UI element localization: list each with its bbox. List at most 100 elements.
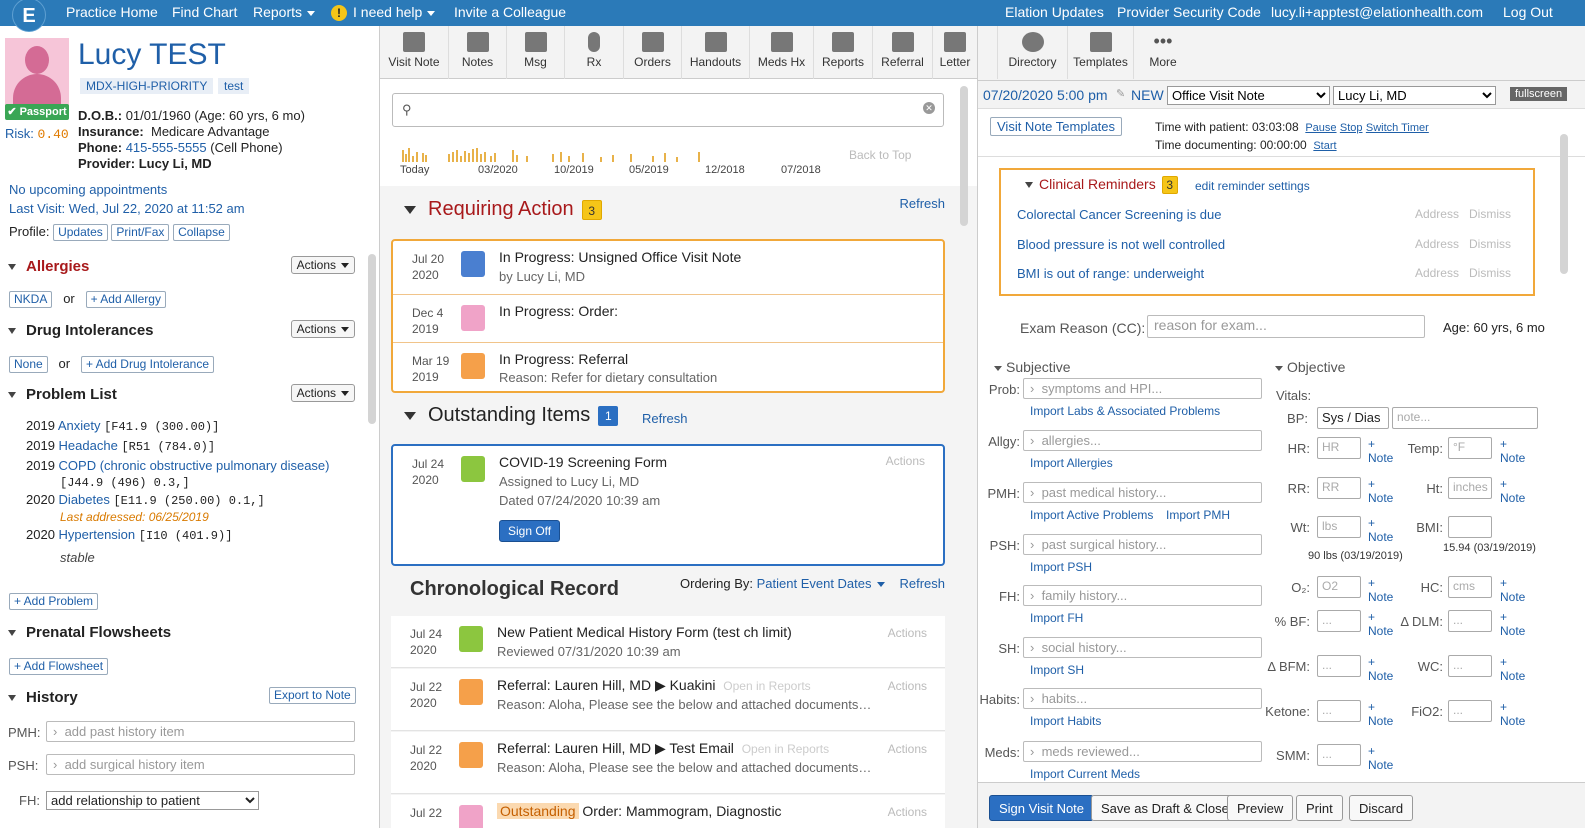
last-visit-link[interactable]: Last Visit: Wed, Jul 22, 2020 at 11:52 a… — [9, 201, 245, 216]
list-item[interactable]: Dec 4 2019 In Progress: Order: — [393, 295, 943, 343]
subjective-input[interactable]: › social history... — [1023, 637, 1262, 658]
bp-note-input[interactable]: note... — [1392, 407, 1538, 429]
list-item[interactable]: Jul 20 2020 In Progress: Unsigned Office … — [393, 241, 943, 295]
toolbar-meds-hx[interactable]: Meds Hx — [750, 26, 814, 79]
subjective-input[interactable]: › symptoms and HPI... — [1023, 378, 1262, 399]
back-to-top-link[interactable]: Back to Top — [849, 148, 911, 162]
dismiss-link[interactable]: Dismiss — [1469, 207, 1511, 221]
nav-updates[interactable]: Elation Updates — [1005, 4, 1104, 20]
toolbar-referral[interactable]: Referral — [873, 26, 933, 79]
nav-user-email[interactable]: lucy.li+apptest@elationhealth.com — [1271, 4, 1483, 20]
bp-input[interactable]: Sys / Dias — [1317, 407, 1389, 429]
problem-list-actions-button[interactable]: Actions — [290, 384, 355, 402]
add-note-link[interactable]: + Note — [1368, 576, 1393, 604]
problem-item[interactable]: 2019 Anxiety [F41.9 (300.00)] — [26, 418, 219, 435]
address-link[interactable]: Address — [1415, 237, 1459, 251]
add-note-link[interactable]: + Note — [1368, 477, 1393, 505]
clear-search-icon[interactable]: ✕ — [923, 102, 935, 114]
import-link[interactable]: Import FH — [1030, 611, 1083, 625]
import-link[interactable]: Import Labs & Associated Problems — [1030, 404, 1220, 418]
toolbar-msg[interactable]: Msg — [507, 26, 565, 79]
outstanding-refresh-link[interactable]: Refresh — [642, 411, 688, 426]
problem-item[interactable]: 2019 Headache [R51 (784.0)] — [26, 438, 215, 455]
toolbar-more[interactable]: ••• More — [1134, 26, 1192, 79]
toolbar-handouts[interactable]: Handouts — [682, 26, 750, 79]
export-to-note-button[interactable]: Export to Note — [269, 687, 356, 704]
add-allergy-button[interactable]: + Add Allergy — [85, 291, 166, 308]
item-actions-link[interactable]: Actions — [888, 626, 927, 640]
vital-input[interactable]: ... — [1317, 655, 1361, 677]
dismiss-link[interactable]: Dismiss — [1469, 266, 1511, 280]
add-note-link[interactable]: + Note — [1500, 700, 1525, 728]
chrono-refresh-link[interactable]: Refresh — [899, 576, 945, 591]
dismiss-link[interactable]: Dismiss — [1469, 237, 1511, 251]
subjective-input[interactable]: › family history... — [1023, 585, 1262, 606]
nkda-button[interactable]: NKDA — [9, 291, 53, 308]
passport-badge[interactable]: ✔ Passport — [5, 104, 69, 120]
allergies-header[interactable]: Allergies — [8, 258, 89, 275]
sidebar-scrollbar[interactable] — [368, 254, 376, 424]
import-link[interactable]: Import SH — [1030, 663, 1084, 677]
problem-name[interactable]: COPD (chronic obstructive pulmonary dise… — [59, 458, 330, 473]
visit-note-scrollbar[interactable] — [1560, 134, 1568, 274]
add-note-link[interactable]: + Note — [1368, 700, 1393, 728]
outstanding-items-header[interactable]: Outstanding Items 1 — [404, 404, 619, 427]
subjective-input[interactable]: › past medical history... — [1023, 482, 1262, 503]
discard-button[interactable]: Discard — [1349, 795, 1414, 821]
problem-name[interactable]: Headache — [59, 438, 118, 453]
nav-practice-home[interactable]: Practice Home — [66, 4, 158, 20]
profile-updates-button[interactable]: Updates — [53, 224, 108, 241]
add-drug-intolerance-button[interactable]: + Add Drug Intolerance — [80, 356, 215, 373]
address-link[interactable]: Address — [1415, 207, 1459, 221]
fh-relationship-select[interactable]: add relationship to patient — [46, 791, 259, 810]
print-button[interactable]: Print — [1296, 795, 1343, 821]
ordering-select[interactable]: Patient Event Dates — [757, 576, 885, 591]
patient-name[interactable]: Lucy TEST — [78, 38, 226, 72]
nav-help[interactable]: ! I need help — [331, 4, 436, 21]
note-type-select[interactable]: Office Visit Note — [1167, 86, 1330, 105]
add-note-link[interactable]: + Note — [1500, 477, 1525, 505]
address-link[interactable]: Address — [1415, 266, 1459, 280]
reminder-item[interactable]: Colorectal Cancer Screening is due Addres… — [1017, 207, 1517, 222]
import-link[interactable]: Import PSH — [1030, 560, 1092, 574]
nav-find-chart[interactable]: Find Chart — [172, 4, 237, 20]
nav-invite[interactable]: Invite a Colleague — [454, 4, 566, 20]
start-link[interactable]: Start — [1313, 140, 1336, 152]
import-link[interactable]: Import Current Meds — [1030, 767, 1140, 781]
toolbar-reports[interactable]: Reports — [814, 26, 873, 79]
pencil-icon[interactable]: ✎ — [1116, 87, 1125, 100]
list-item[interactable]: Jul 22 2020 Referral: Lauren Hill, MD ▶ T… — [391, 732, 945, 794]
vital-input[interactable]: ... — [1317, 700, 1361, 722]
appointments-link[interactable]: No upcoming appointments — [9, 182, 167, 197]
toolbar-orders[interactable]: Orders — [624, 26, 682, 79]
preview-button[interactable]: Preview — [1227, 795, 1294, 821]
problem-name[interactable]: Anxiety — [58, 418, 101, 433]
profile-print-button[interactable]: Print/Fax — [111, 224, 170, 241]
add-note-link[interactable]: + Note — [1500, 437, 1525, 465]
edit-reminder-settings-link[interactable]: edit reminder settings — [1195, 179, 1310, 193]
save-draft-button[interactable]: Save as Draft & Close — [1091, 795, 1239, 821]
pause-link[interactable]: Pause — [1305, 122, 1336, 134]
nav-reports[interactable]: Reports — [253, 4, 316, 20]
requiring-action-header[interactable]: Requiring Action 3 — [404, 198, 602, 221]
vital-input[interactable]: RR — [1317, 477, 1361, 499]
vital-input[interactable]: HR — [1317, 437, 1361, 459]
patient-tag[interactable]: test — [218, 78, 250, 94]
risk-score[interactable]: Risk: 0.40 — [5, 126, 69, 142]
provider-select[interactable]: Lucy Li, MD — [1333, 86, 1496, 105]
vital-input[interactable]: °F — [1448, 437, 1492, 459]
vital-input[interactable] — [1448, 516, 1492, 538]
toolbar-visit-note[interactable]: Visit Note — [380, 26, 449, 79]
subjective-input[interactable]: › past surgical history... — [1023, 534, 1262, 555]
add-note-link[interactable]: + Note — [1368, 516, 1393, 544]
reminder-item[interactable]: Blood pressure is not well controlled Add… — [1017, 237, 1517, 252]
stop-link[interactable]: Stop — [1340, 122, 1363, 134]
import-link[interactable]: Import Habits — [1030, 714, 1101, 728]
vital-input[interactable]: ... — [1448, 610, 1492, 632]
drug-intolerance-actions-button[interactable]: Actions — [290, 320, 355, 338]
toolbar-notes[interactable]: Notes — [449, 26, 507, 79]
timeline-histogram[interactable]: Today 03/2020 10/2019 05/2019 12/2018 07… — [392, 134, 944, 182]
open-in-reports-link[interactable]: Open in Reports — [723, 679, 810, 693]
vital-input[interactable]: ... — [1448, 700, 1492, 722]
toolbar-rx[interactable]: Rx — [565, 26, 624, 79]
